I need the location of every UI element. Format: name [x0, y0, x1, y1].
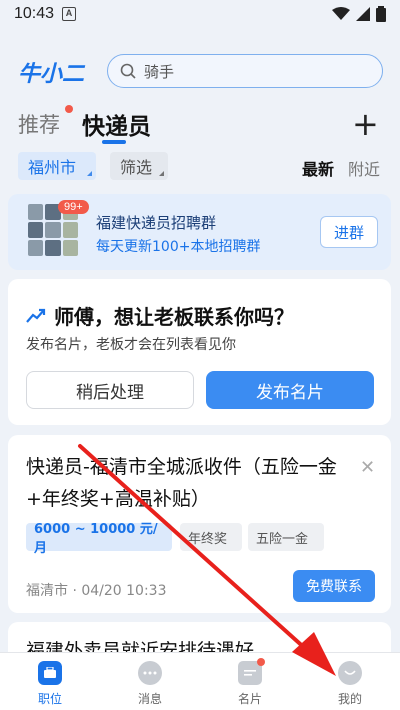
close-icon[interactable]: ✕	[360, 457, 375, 478]
job-tag: 年终奖	[180, 523, 242, 551]
search-placeholder: 骑手	[144, 62, 175, 81]
filter-button[interactable]: 筛选	[110, 152, 168, 180]
search-icon	[120, 63, 136, 79]
nav-messages[interactable]: 消息	[100, 653, 200, 710]
recruit-group-card[interactable]: 99+ 福建快递员招聘群 每天更新100+本地招聘群 进群	[8, 194, 391, 270]
id-card-icon	[238, 658, 265, 685]
add-tab-icon[interactable]: +	[352, 105, 379, 143]
battery-icon	[376, 6, 386, 22]
free-contact-button[interactable]: 免费联系	[293, 570, 375, 602]
tab-bar: 推荐 快递员 +	[0, 105, 400, 145]
search-input[interactable]: 骑手	[107, 54, 383, 88]
job-card[interactable]: 快递员-福清市全城派收件（五险一金+年终奖+高温补贴） ✕ 6000 ~ 100…	[8, 435, 391, 613]
tab-recommend[interactable]: 推荐	[18, 109, 60, 139]
app-logo: 牛小二	[18, 62, 85, 87]
nav-jobs[interactable]: 职位	[0, 653, 100, 710]
job-location-time: 福清市 · 04/20 10:33	[26, 583, 167, 599]
signal-icon	[356, 7, 370, 21]
later-button[interactable]: 稍后处理	[26, 371, 194, 409]
wifi-icon	[332, 7, 350, 20]
dropdown-corner-icon	[87, 171, 92, 176]
nav-label: 名片	[237, 692, 262, 706]
filter-bar: 福州市 筛选 最新 附近	[0, 152, 400, 182]
group-subtitle: 每天更新100+本地招聘群	[96, 239, 261, 255]
sort-latest[interactable]: 最新	[302, 156, 334, 180]
nav-dot	[257, 658, 265, 666]
trend-up-icon	[26, 308, 46, 323]
city-filter-label: 福州市	[28, 158, 77, 177]
sort-nearby[interactable]: 附近	[348, 156, 380, 180]
tab-active-indicator	[102, 140, 126, 144]
filter-label: 筛选	[120, 158, 153, 177]
promo-title-row: 师傅，想让老板联系你吗？	[26, 301, 294, 330]
job-tag: 五险一金	[248, 523, 324, 551]
chat-icon	[138, 661, 162, 685]
dropdown-corner-icon	[159, 171, 164, 176]
notification-a-icon: A	[62, 7, 77, 21]
unread-badge: 99+	[58, 200, 89, 214]
nav-label: 职位	[37, 692, 62, 706]
city-filter-button[interactable]: 福州市	[18, 152, 96, 180]
group-title: 福建快递员招聘群	[96, 214, 217, 232]
status-bar: 10:43 A	[0, 0, 400, 28]
smile-face-icon	[338, 661, 362, 685]
promo-subtitle: 发布名片，老板才会在列表看见你	[26, 337, 236, 353]
nav-business-card[interactable]: 名片	[200, 653, 300, 710]
tab-recommend-dot	[65, 105, 73, 113]
salary-tag: 6000 ~ 10000 元/月	[26, 522, 172, 556]
nav-me[interactable]: 我的	[300, 653, 400, 710]
top-bar: 牛小二 骑手	[0, 50, 400, 90]
tab-courier[interactable]: 快递员	[82, 107, 151, 141]
join-group-button[interactable]: 进群	[320, 216, 378, 248]
promo-title: 师傅，想让老板联系你吗？	[54, 305, 294, 329]
publish-card-button[interactable]: 发布名片	[206, 371, 374, 409]
briefcase-icon	[38, 661, 62, 685]
nav-label: 消息	[137, 692, 162, 706]
status-time: 10:43	[14, 5, 55, 22]
nav-label: 我的	[337, 692, 362, 706]
publish-card-prompt: 师傅，想让老板联系你吗？ 发布名片，老板才会在列表看见你 稍后处理 发布名片	[8, 279, 391, 425]
job-title: 快递员-福清市全城派收件（五险一金+年终奖+高温补贴）	[26, 456, 337, 510]
bottom-nav: 职位 消息 名片 我的	[0, 652, 400, 710]
